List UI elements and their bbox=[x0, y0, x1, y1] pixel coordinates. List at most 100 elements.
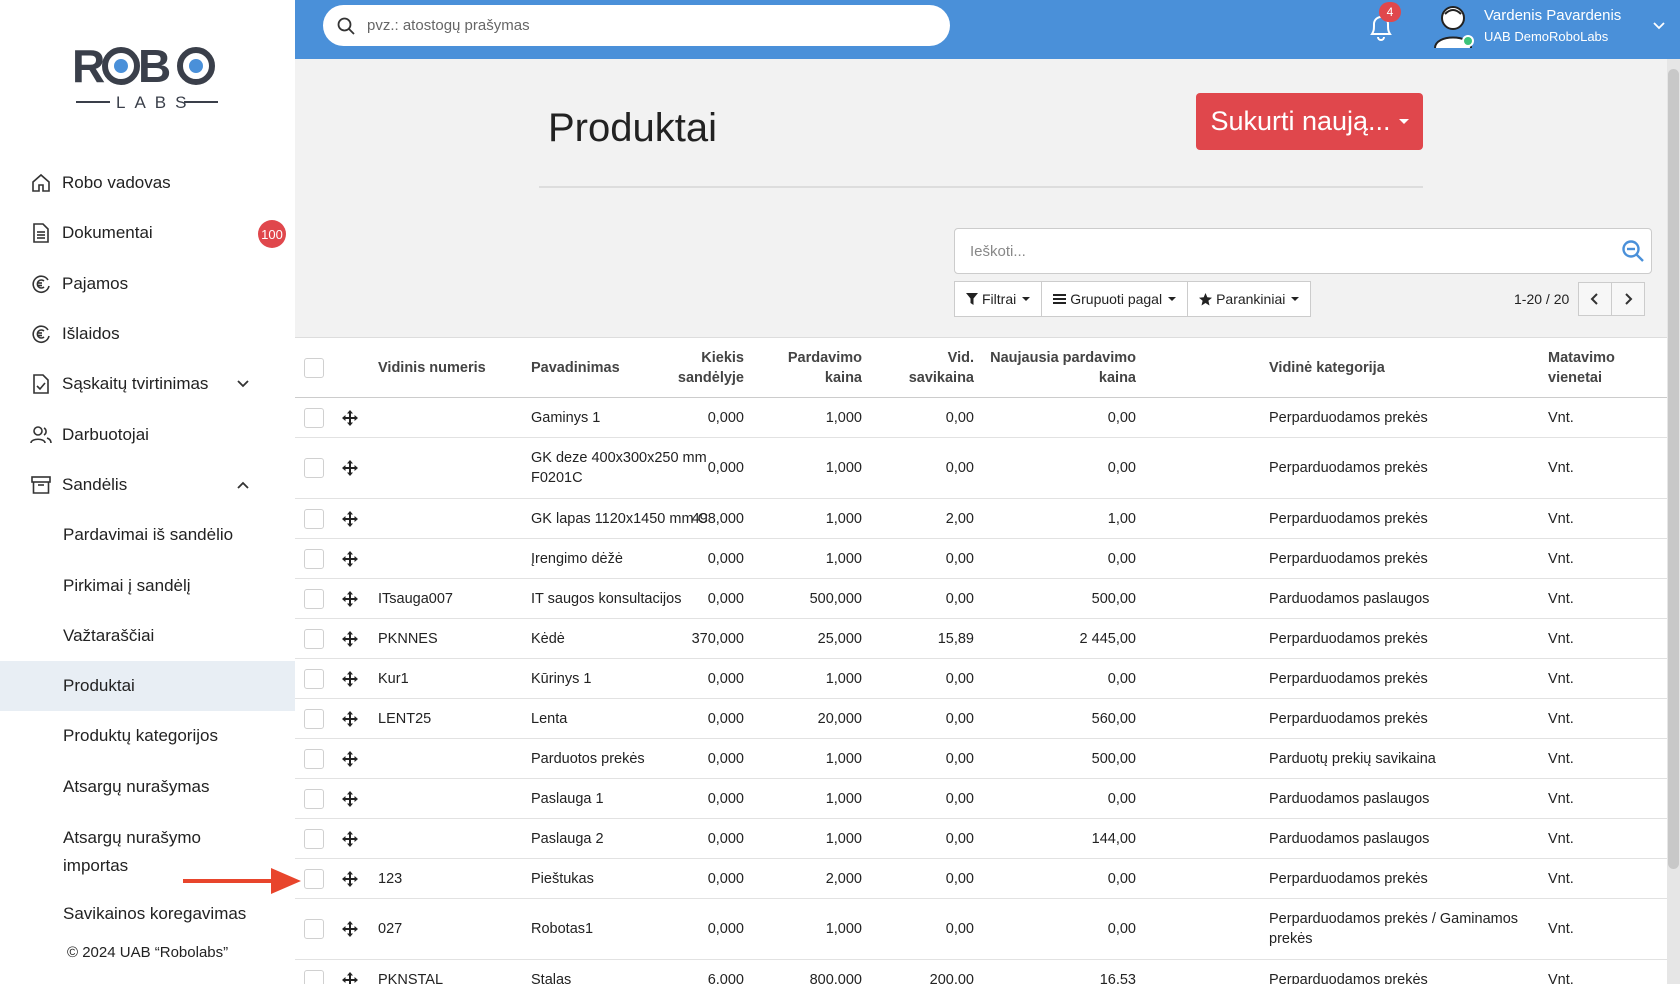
table-row[interactable]: Kur1 Kūrinys 1 0,000 1,000 0,00 0,00 Perparduo… bbox=[295, 659, 1667, 699]
row-checkbox[interactable] bbox=[304, 919, 324, 939]
sidebar-item-robo-vadovas[interactable]: Robo vadovas bbox=[0, 158, 295, 208]
table-row[interactable]: 027 Robotas1 0,000 1,000 0,00 0,00 Perparduoda… bbox=[295, 899, 1667, 960]
sidebar-item-islaidos[interactable]: Išlaidos bbox=[0, 309, 295, 359]
table-row[interactable]: GK deze 400x300x250 mm F0201C 0,000 1,000 0… bbox=[295, 438, 1667, 499]
sidebar-item-dokumentai[interactable]: Dokumentai 100 bbox=[0, 208, 295, 258]
header-category[interactable]: Vidinė kategorija bbox=[1269, 358, 1544, 378]
global-search-input[interactable] bbox=[367, 17, 927, 34]
row-checkbox[interactable] bbox=[304, 508, 324, 529]
sidebar-item-sandelis[interactable]: Sandėlis bbox=[0, 460, 295, 510]
cell-code: PKNNES bbox=[378, 630, 438, 647]
header-unit-line1: Matavimo bbox=[1548, 349, 1615, 366]
list-search[interactable] bbox=[954, 228, 1652, 274]
favorites-button[interactable]: Parankiniai bbox=[1187, 281, 1312, 317]
header-last-line2: kaina bbox=[1098, 369, 1136, 386]
row-checkbox[interactable] bbox=[304, 868, 324, 889]
sidebar-item-darbuotojai[interactable]: Darbuotojai bbox=[0, 409, 295, 459]
select-all-checkbox[interactable] bbox=[304, 357, 324, 378]
drag-handle-icon[interactable] bbox=[342, 710, 358, 727]
header-cost[interactable]: Vid. savikaina bbox=[909, 348, 974, 388]
row-checkbox[interactable] bbox=[304, 588, 324, 609]
table-row[interactable]: Įrengimo dėžė 0,000 1,000 0,00 0,00 Perparduo… bbox=[295, 539, 1667, 579]
sidebar-subitem-pirkimai-i-sandeli[interactable]: Pirkimai į sandėlį bbox=[0, 560, 295, 610]
row-checkbox[interactable] bbox=[304, 668, 324, 689]
scrollbar-thumb[interactable] bbox=[1668, 69, 1679, 869]
global-search[interactable] bbox=[323, 5, 950, 46]
sidebar-item-label: Robo vadovas bbox=[62, 173, 171, 193]
header-last-price[interactable]: Naujausia pardavimo kaina bbox=[990, 348, 1136, 388]
drag-handle-icon[interactable] bbox=[342, 460, 358, 476]
drag-handle-icon[interactable] bbox=[342, 670, 358, 687]
group-by-label: Grupuoti pagal bbox=[1070, 291, 1163, 307]
row-checkbox[interactable] bbox=[304, 788, 324, 809]
filters-button[interactable]: Filtrai bbox=[954, 281, 1043, 317]
scrollbar[interactable] bbox=[1667, 59, 1680, 984]
row-checkbox[interactable] bbox=[304, 828, 324, 849]
drag-handle-icon[interactable] bbox=[342, 750, 358, 767]
table-row[interactable]: Paslauga 1 0,000 1,000 0,00 0,00 Parduodamos … bbox=[295, 779, 1667, 819]
table-row[interactable]: ITsauga007 IT saugos konsultacijos 0,000 50… bbox=[295, 579, 1667, 619]
cell-unit: Vnt. bbox=[1548, 460, 1574, 476]
drag-handle-icon[interactable] bbox=[342, 630, 358, 647]
row-checkbox[interactable] bbox=[304, 708, 324, 729]
drag-handle-icon[interactable] bbox=[342, 870, 358, 887]
drag-handle-icon[interactable] bbox=[342, 830, 358, 847]
user-name[interactable]: Vardenis Pavardenis bbox=[1484, 7, 1621, 24]
search-icon[interactable] bbox=[1621, 239, 1645, 263]
sidebar-subitem-produktu-kategorijos[interactable]: Produktų kategorijos bbox=[0, 711, 295, 761]
drag-handle-icon[interactable] bbox=[342, 510, 358, 527]
header-unit[interactable]: Matavimo vienetai bbox=[1548, 348, 1615, 388]
row-checkbox[interactable] bbox=[304, 407, 324, 428]
drag-handle-icon[interactable] bbox=[342, 790, 358, 807]
table-row[interactable]: LENT25 Lenta 0,000 20,000 0,00 560,00 Perpardu… bbox=[295, 699, 1667, 739]
table-row[interactable]: Gaminys 1 0,000 1,000 0,00 0,00 Perparduodamo… bbox=[295, 398, 1667, 438]
robolabs-logo[interactable]: R B LABS bbox=[72, 38, 222, 112]
table-row[interactable]: GK lapas 1120x1450 mm C 498,000 1,000 2,00 1… bbox=[295, 499, 1667, 539]
sidebar-item-saskaitu-tvirtinimas[interactable]: Sąskaitų tvirtinimas bbox=[0, 359, 295, 409]
chevron-down-icon[interactable] bbox=[1651, 18, 1667, 34]
table-row[interactable]: Paslauga 2 0,000 1,000 0,00 144,00 Parduodamo… bbox=[295, 819, 1667, 859]
group-by-button[interactable]: Grupuoti pagal bbox=[1041, 281, 1189, 317]
row-checkbox[interactable] bbox=[304, 969, 324, 984]
sidebar-item-pajamos[interactable]: Pajamos bbox=[0, 259, 295, 309]
table-row[interactable]: PKNNES Kėdė 370,000 25,000 15,89 2 445,00 Perp… bbox=[295, 619, 1667, 659]
sidebar-subitem-savikainos-koregavimas[interactable]: Savikainos koregavimas bbox=[0, 889, 295, 939]
row-checkbox[interactable] bbox=[304, 458, 324, 478]
table-row[interactable]: 123 Pieštukas 0,000 2,000 0,00 0,00 Perparduod… bbox=[295, 859, 1667, 899]
header-price-line2: kaina bbox=[824, 369, 862, 386]
main-content: Produktai Sukurti naują... Filtrai Grupu… bbox=[295, 59, 1667, 984]
cell-cost: 0,00 bbox=[945, 921, 974, 937]
drag-handle-icon[interactable] bbox=[342, 590, 358, 607]
sidebar: R B LABS Robo vadovas Dokumentai 100 Paj… bbox=[0, 0, 295, 984]
sidebar-subitem-pardavimai-is-sandelio[interactable]: Pardavimai iš sandėlio bbox=[0, 510, 295, 560]
header-cost-line2: savikaina bbox=[908, 369, 974, 386]
header-code[interactable]: Vidinis numeris bbox=[378, 358, 486, 378]
user-company: UAB DemoRoboLabs bbox=[1484, 29, 1609, 44]
header-qty[interactable]: Kiekis sandėlyje bbox=[678, 348, 744, 388]
chevron-down-icon[interactable] bbox=[235, 376, 251, 392]
sidebar-subitem-produktai[interactable]: Produktai bbox=[0, 660, 295, 712]
cell-qty: 0,000 bbox=[707, 590, 744, 607]
chevron-up-icon[interactable] bbox=[235, 477, 251, 493]
header-price[interactable]: Pardavimo kaina bbox=[788, 348, 862, 388]
prev-page-button[interactable] bbox=[1578, 282, 1613, 316]
sidebar-subitem-vaztarasciai[interactable]: Važtaraščiai bbox=[0, 611, 295, 661]
cell-qty: 0,000 bbox=[707, 921, 744, 937]
row-checkbox[interactable] bbox=[304, 548, 324, 569]
header-cost-line1: Vid. bbox=[947, 349, 974, 366]
create-new-button[interactable]: Sukurti naują... bbox=[1196, 93, 1423, 150]
caret-down-icon bbox=[1291, 297, 1300, 301]
avatar[interactable] bbox=[1429, 2, 1477, 50]
drag-handle-icon[interactable] bbox=[342, 550, 358, 567]
drag-handle-icon[interactable] bbox=[342, 971, 358, 984]
sidebar-subitem-atsargu-nurasymas[interactable]: Atsargų nurašymas bbox=[0, 762, 295, 812]
table-row[interactable]: PKNSTAL Stalas 6,000 800,000 200,00 16,53 Perp… bbox=[295, 960, 1667, 984]
next-page-button[interactable] bbox=[1611, 282, 1646, 316]
row-checkbox[interactable] bbox=[304, 628, 324, 649]
drag-handle-icon[interactable] bbox=[342, 409, 358, 426]
row-checkbox[interactable] bbox=[304, 748, 324, 769]
list-search-input[interactable] bbox=[970, 242, 1590, 260]
drag-handle-icon[interactable] bbox=[342, 921, 358, 937]
cell-price: 1,000 bbox=[825, 830, 862, 847]
table-row[interactable]: Parduotos prekės 0,000 1,000 0,00 500,00 Pard… bbox=[295, 739, 1667, 779]
